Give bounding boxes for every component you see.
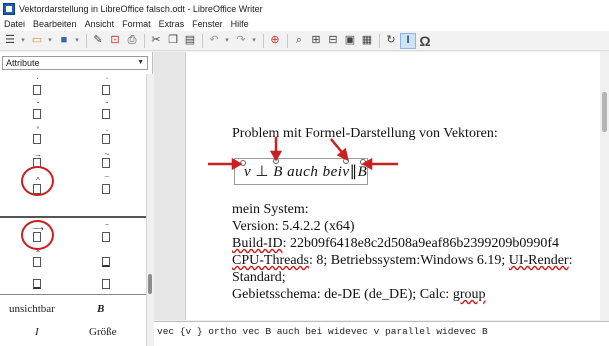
section-divider (0, 216, 146, 218)
format-dropdown-icon[interactable]: ▾ (19, 33, 27, 49)
open-dropdown-icon[interactable]: ▾ (46, 33, 54, 49)
system-cpu-line: CPU-Threads: 8; Betriebssystem:Windows 6… (232, 253, 572, 269)
menu-ansicht[interactable]: Ansicht (85, 19, 115, 29)
arrow-left-head (231, 157, 243, 171)
locale-group: group (452, 287, 486, 302)
annotation-arrows (208, 137, 398, 171)
print-icon[interactable]: ⎙ (124, 33, 140, 49)
annotation-circle-vec (21, 166, 54, 196)
build-id-label: Build-ID (232, 236, 283, 251)
arrow-down-head (269, 150, 283, 162)
acute-accent-symbol[interactable]: ´ (31, 78, 45, 96)
toolbar-separator (202, 33, 203, 48)
breve-accent-symbol[interactable]: ˘ (100, 102, 114, 120)
system-locale-line: Gebietsschema: de-DE (de_DE); Calc: grou… (232, 287, 485, 303)
elements-category-value: Attribute (6, 58, 40, 68)
open-icon[interactable]: ▭ (29, 33, 45, 49)
circle-accent-symbol[interactable]: ˚ (31, 127, 45, 145)
grave-accent-symbol[interactable]: ` (100, 78, 114, 96)
dot-accent-symbol[interactable]: · (100, 127, 114, 145)
help-icon[interactable]: ⊕ (267, 33, 283, 49)
format-mode-icon[interactable]: ☰ (2, 33, 18, 49)
standard-toolbar: ☰ ▾ ▭ ▾ ■ ▾ ✎ ⊡ ⎙ ✂ ❐ ▤ ↶ ▾ ↷ ▾ ⊕ ⌕ ⊞ ⊟ … (0, 31, 609, 51)
toolbar-separator (263, 33, 264, 48)
full-view-icon[interactable]: ▦ (359, 33, 375, 49)
system-build-line: Build-ID: 22b09f6418e8c2d508a9eaf86b2399… (232, 236, 559, 252)
menu-fenster[interactable]: Fenster (192, 19, 223, 29)
document-scrollbar[interactable] (600, 52, 609, 320)
title-bar: Vektordarstellung in LibreOffice falsch.… (0, 0, 609, 17)
system-standard: Standard; (232, 270, 286, 285)
zoom-in-icon[interactable]: ⊞ (308, 33, 324, 49)
build-id-value: : 22b09f6418e8c2d508a9eaf86b2399209b0990… (282, 236, 560, 251)
toolbar-separator (86, 33, 87, 48)
locale-prefix: Gebietsschema: de-DE (de_DE); Calc: (232, 287, 453, 302)
ui-render-colon: : (568, 253, 573, 268)
menu-bearbeiten[interactable]: Bearbeiten (33, 19, 77, 29)
widetilde-symbol[interactable] (100, 272, 114, 290)
undo-arrow-icon[interactable]: ↶ (206, 33, 222, 49)
export-pdf-icon[interactable]: ⊡ (107, 33, 123, 49)
menu-bar: Datei Bearbeiten Ansicht Format Extras F… (0, 17, 609, 31)
bold-attribute[interactable]: B (97, 303, 104, 315)
libreoffice-writer-window: Vektordarstellung in LibreOffice falsch.… (0, 0, 609, 346)
cursor-icon[interactable]: I (400, 32, 416, 49)
menu-extras[interactable]: Extras (159, 19, 185, 29)
redo-dropdown-icon[interactable]: ▾ (250, 33, 258, 49)
zoom-icon[interactable]: ⌕ (291, 33, 307, 49)
save-icon[interactable]: ■ (56, 33, 72, 49)
zoom-out-icon[interactable]: ⊟ (325, 33, 341, 49)
tilde-accent-symbol[interactable]: ~ (100, 151, 114, 169)
menu-datei[interactable]: Datei (4, 19, 25, 29)
sidebar-scrollbar-thumb[interactable] (148, 274, 152, 294)
system-title: mein System: (232, 202, 309, 217)
window-title: Vektordarstellung in LibreOffice falsch.… (19, 3, 263, 14)
cpu-label: CPU-Threads (232, 253, 309, 268)
overline-symbol[interactable]: ‾ (100, 225, 114, 243)
elements-category-select[interactable]: Attribute ▼ (2, 56, 148, 70)
paste-icon[interactable]: ▤ (182, 33, 198, 49)
omega-icon[interactable]: Ω (417, 33, 433, 49)
overstrike-symbol[interactable] (31, 272, 45, 290)
toolbar-separator (287, 33, 288, 48)
show-all-icon[interactable]: ▣ (342, 33, 358, 49)
ui-render-label: UI-Render (508, 253, 569, 268)
italic-attribute[interactable]: I (35, 326, 39, 338)
formula-command-text[interactable]: vec {v } ortho vec B auch bei widevec v … (157, 326, 488, 337)
menu-format[interactable]: Format (122, 19, 151, 29)
save-dropdown-icon[interactable]: ▾ (73, 33, 81, 49)
refresh-icon[interactable]: ↻ (383, 33, 399, 49)
copy-icon[interactable]: ❐ (165, 33, 181, 49)
chevron-down-icon: ▼ (137, 59, 144, 66)
bar-accent-symbol[interactable]: ¯ (100, 177, 114, 195)
cpu-value: : 8; Betriebssystem:Windows 6.19; (309, 253, 509, 268)
writer-app-icon (3, 2, 15, 15)
document-scrollbar-thumb[interactable] (602, 92, 607, 132)
check-accent-symbol[interactable]: ˇ (31, 102, 45, 120)
underline-symbol[interactable] (100, 250, 114, 268)
size-attribute[interactable]: Größe (89, 326, 117, 338)
undo-dropdown-icon[interactable]: ▾ (223, 33, 231, 49)
arrow-right-head (361, 157, 373, 171)
toolbar-separator (379, 33, 380, 48)
elements-sidebar: Attribute ▼ ´ ` ˇ ˘ ˚ · → ~ ^ ¯ ⟶ ‾ ⌃ un… (0, 52, 153, 346)
redo-arrow-icon[interactable]: ↷ (233, 33, 249, 49)
sidebar-scrollbar[interactable] (146, 74, 153, 346)
system-version: Version: 5.4.2.2 (x64) (232, 219, 355, 234)
edit-mode-icon[interactable]: ✎ (90, 33, 106, 49)
toolbar-separator (144, 33, 145, 48)
section-divider-thin (0, 294, 146, 295)
annotation-circle-widevec (21, 220, 54, 250)
invisible-attribute[interactable]: unsichtbar (9, 303, 55, 315)
cut-icon[interactable]: ✂ (148, 33, 164, 49)
widehat-symbol[interactable]: ⌃ (31, 250, 45, 268)
menu-hilfe[interactable]: Hilfe (231, 19, 249, 29)
formula-command-editor[interactable]: vec {v } ortho vec B auch bei widevec v … (154, 321, 609, 346)
